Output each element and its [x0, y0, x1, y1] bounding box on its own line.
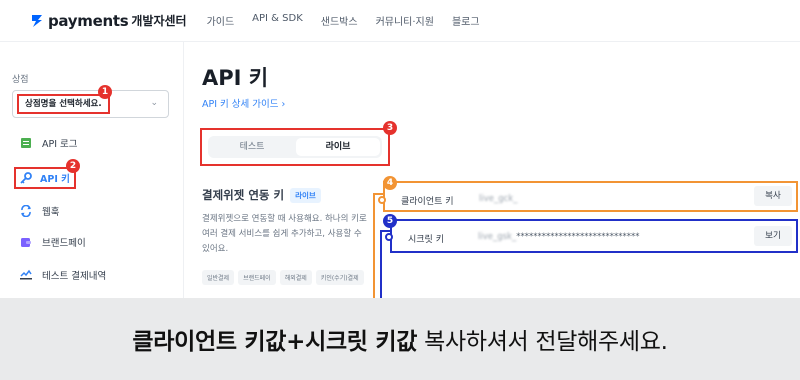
client-key-connector: [373, 193, 375, 298]
chevron-down-icon: ⌄: [150, 98, 158, 108]
sidebar-item-label: 브랜드페이: [42, 238, 86, 249]
shop-select[interactable]: 상점명을 선택하세요. ⌄: [12, 90, 169, 118]
nav-community[interactable]: 커뮤니티·지원: [376, 13, 434, 28]
document-icon: [21, 138, 31, 148]
api-key-guide-link[interactable]: API 키 상세 가이드 ›: [202, 96, 285, 110]
marker-badge: 2: [66, 159, 80, 173]
widget-key-title-text: 결제위젯 연동 키: [202, 188, 285, 202]
sidebar: 상점 상점명을 선택하세요. ⌄ API 로그 API 키 웹훅 브랜드페이 테…: [0, 42, 184, 298]
nav-guide[interactable]: 가이드: [207, 13, 235, 28]
nav-blog[interactable]: 블로그: [452, 13, 480, 28]
sidebar-item-label: API 로그: [42, 139, 78, 150]
sidebar-item-label: 웹훅: [42, 207, 60, 218]
client-key-label: 클라이언트 키: [401, 197, 454, 207]
sidebar-item-brandpay[interactable]: 브랜드페이: [20, 235, 86, 249]
sidebar-item-label: API 키: [40, 174, 70, 185]
widget-key-title: 결제위젯 연동 키 라이브: [202, 187, 321, 203]
copy-button[interactable]: 복사: [754, 186, 792, 206]
secret-key-row: 시크릿 키 live_gsk_*************************…: [390, 219, 798, 253]
environment-tabs-highlight: 테스트 라이브: [200, 128, 390, 166]
environment-tabs: 테스트 라이브: [208, 136, 382, 158]
shop-select-value: 상점명을 선택하세요.: [17, 94, 110, 114]
wallet-icon: [21, 238, 31, 247]
sidebar-item-webhook[interactable]: 웹훅: [20, 204, 59, 218]
instruction-rest: 복사하셔서 전달해주세요.: [417, 329, 668, 355]
instruction-text: 클라이언트 키값+시크릿 키값 복사하셔서 전달해주세요.: [132, 322, 668, 356]
logo-name: payments: [48, 11, 129, 30]
tab-test[interactable]: 테스트: [210, 138, 294, 156]
marker-badge: 1: [98, 85, 112, 99]
sidebar-item-label: 테스트 결제내역: [42, 271, 107, 282]
chart-icon: [20, 269, 32, 280]
instruction-caption: 클라이언트 키값+시크릿 키값 복사하셔서 전달해주세요.: [0, 298, 800, 380]
secret-key-value[interactable]: live_gsk_*****************************: [478, 232, 639, 242]
refresh-icon: [21, 205, 31, 217]
logo-subtitle: 개발자센터: [131, 14, 187, 28]
marker-badge: 5: [383, 214, 397, 228]
chip: 일반결제: [202, 270, 235, 285]
sidebar-item-api-log[interactable]: API 로그: [20, 136, 78, 150]
page-title: API 키: [202, 66, 269, 90]
client-key-value[interactable]: live_gck_: [479, 194, 517, 204]
logo-mark-icon: [32, 14, 42, 27]
key-icon: [20, 172, 32, 184]
secret-key-connector: [380, 230, 382, 298]
secret-key-connector-h: [380, 230, 390, 232]
secret-key-dot: [385, 233, 393, 241]
tab-live[interactable]: 라이브: [296, 138, 380, 156]
nav-links: 가이드 API & SDK 샌드박스 커뮤니티·지원 블로그: [207, 13, 498, 28]
top-nav: payments 개발자센터 가이드 API & SDK 샌드박스 커뮤니티·지…: [0, 0, 800, 42]
client-key-dot: [378, 196, 386, 204]
secret-key-label: 시크릿 키: [408, 235, 444, 245]
instruction-bold: 클라이언트 키값+시크릿 키값: [132, 329, 418, 355]
logo[interactable]: payments 개발자센터: [30, 12, 187, 30]
view-button[interactable]: 보기: [754, 226, 792, 246]
chip: 키인(수기)결제: [315, 270, 364, 285]
sidebar-item-test-payments[interactable]: 테스트 결제내역: [20, 268, 106, 282]
nav-sandbox[interactable]: 샌드박스: [321, 13, 358, 28]
widget-key-description: 결제위젯으로 연동할 때 사용해요. 하나의 키로 여러 결제 서비스를 쉽게 …: [202, 214, 367, 254]
live-badge: 라이브: [290, 187, 321, 203]
chip: 해외결제: [279, 270, 312, 285]
client-key-row: 클라이언트 키 live_gck_ 복사: [383, 181, 798, 212]
payment-chips: 일반결제 브랜드페이 해외결제 키인(수기)결제: [202, 270, 368, 285]
marker-badge: 3: [383, 121, 397, 135]
marker-badge: 4: [383, 176, 397, 190]
shop-label: 상점: [12, 75, 29, 85]
nav-api-sdk[interactable]: API & SDK: [252, 13, 303, 28]
chip: 브랜드페이: [238, 270, 276, 285]
client-key-connector-h: [373, 193, 383, 195]
